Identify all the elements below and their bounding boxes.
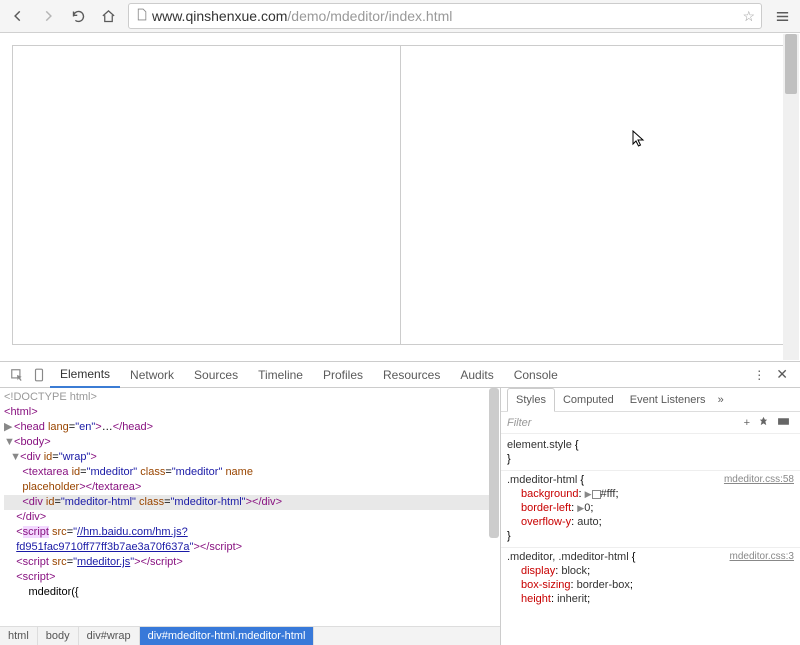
tab-styles[interactable]: Styles	[507, 388, 555, 412]
tab-resources[interactable]: Resources	[373, 362, 450, 388]
home-button[interactable]	[94, 2, 122, 30]
devtools-panel: Elements Network Sources Timeline Profil…	[0, 361, 800, 645]
reload-button[interactable]	[64, 2, 92, 30]
tab-timeline[interactable]: Timeline	[248, 362, 313, 388]
element-state-icon[interactable]	[773, 416, 794, 430]
style-rule: mdeditor.css:58 .mdeditor-html { backgro…	[501, 471, 800, 548]
kebab-icon[interactable]: ⋮	[748, 368, 770, 382]
url-text: www.qinshenxue.com/demo/mdeditor/index.h…	[152, 8, 738, 24]
menu-button[interactable]	[768, 2, 796, 30]
crumb-wrap[interactable]: div#wrap	[79, 627, 140, 645]
new-rule-icon[interactable]: +	[740, 417, 754, 429]
tab-audits[interactable]: Audits	[450, 362, 503, 388]
styles-tabs: Styles Computed Event Listeners »	[501, 388, 800, 412]
mdeditor-container	[12, 45, 788, 345]
page-scrollbar[interactable]	[783, 34, 799, 360]
mdeditor-preview	[401, 46, 788, 344]
selected-element-row: <div id="mdeditor-html" class="mdeditor-…	[4, 495, 496, 510]
device-icon[interactable]	[28, 368, 50, 382]
scrollbar-thumb[interactable]	[785, 34, 797, 94]
back-button[interactable]	[4, 2, 32, 30]
styles-rules[interactable]: element.style { } mdeditor.css:58 .mdedi…	[501, 434, 800, 645]
scrollbar-thumb[interactable]	[489, 388, 499, 538]
url-bar[interactable]: www.qinshenxue.com/demo/mdeditor/index.h…	[128, 3, 762, 29]
page-icon	[135, 8, 148, 24]
page-content	[0, 33, 800, 361]
tab-console[interactable]: Console	[504, 362, 568, 388]
elements-tree[interactable]: <!DOCTYPE html> <html> ▶<head lang="en">…	[0, 388, 500, 626]
elements-scrollbar[interactable]	[488, 388, 500, 626]
crumb-html[interactable]: html	[0, 627, 38, 645]
inspect-icon[interactable]	[6, 368, 28, 382]
tab-sources[interactable]: Sources	[184, 362, 248, 388]
styles-panel: Styles Computed Event Listeners » Filter…	[500, 388, 800, 645]
rule-origin-link[interactable]: mdeditor.css:58	[724, 473, 794, 487]
styles-filter-row: Filter +	[501, 412, 800, 434]
crumb-body[interactable]: body	[38, 627, 79, 645]
crumb-selected[interactable]: div#mdeditor-html.mdeditor-html	[140, 627, 315, 645]
rule-origin-link[interactable]: mdeditor.css:3	[730, 550, 794, 564]
tab-computed[interactable]: Computed	[555, 388, 622, 412]
forward-button[interactable]	[34, 2, 62, 30]
elements-breadcrumb: html body div#wrap div#mdeditor-html.mde…	[0, 626, 500, 645]
style-rule: element.style { }	[501, 436, 800, 471]
pin-icon[interactable]	[754, 416, 773, 430]
devtools-body: <!DOCTYPE html> <html> ▶<head lang="en">…	[0, 388, 800, 645]
bookmark-star-icon[interactable]: ☆	[742, 8, 755, 25]
mdeditor-textarea[interactable]	[13, 46, 401, 344]
tab-event-listeners[interactable]: Event Listeners	[622, 388, 714, 412]
devtools-tabs: Elements Network Sources Timeline Profil…	[0, 362, 800, 388]
page-viewport: Elements Network Sources Timeline Profil…	[0, 33, 800, 645]
style-rule: mdeditor.css:3 .mdeditor, .mdeditor-html…	[501, 548, 800, 610]
tab-elements[interactable]: Elements	[50, 362, 120, 388]
more-tabs-icon[interactable]: »	[714, 394, 728, 406]
tab-network[interactable]: Network	[120, 362, 184, 388]
browser-toolbar: www.qinshenxue.com/demo/mdeditor/index.h…	[0, 0, 800, 33]
tab-profiles[interactable]: Profiles	[313, 362, 373, 388]
devtools-close-button[interactable]: ✕	[770, 366, 794, 383]
filter-input[interactable]: Filter	[507, 417, 531, 429]
